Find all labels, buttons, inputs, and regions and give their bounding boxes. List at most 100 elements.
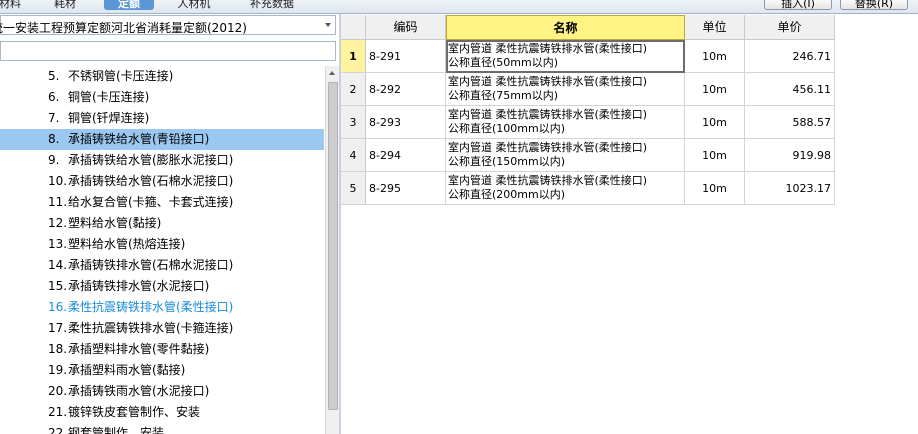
tree-item[interactable]: 9. 承插铸铁给水管(膨胀水泥接口) — [0, 150, 324, 171]
tab-consumables[interactable]: 耗材 — [42, 0, 88, 10]
scroll-thumb[interactable] — [328, 82, 338, 410]
scroll-up-icon[interactable] — [329, 71, 335, 75]
quota-grid: 编码 名称 单位 单价 1 8-291 室内管道 柔性抗震铸铁排水管(柔性接口) 公称… — [341, 15, 918, 434]
tree-item[interactable]: 6. 铜管(卡压连接) — [0, 87, 324, 108]
tree-item-label: 承插铸铁给水管(石棉水泥接口) — [68, 174, 234, 188]
row-index-cell[interactable]: 4 — [341, 139, 366, 172]
name-cell[interactable]: 室内管道 柔性抗震铸铁排水管(柔性接口) 公称直径(150mm以内) — [446, 139, 685, 172]
name-cell[interactable]: 室内管道 柔性抗震铸铁排水管(柔性接口) 公称直径(200mm以内) — [446, 172, 685, 205]
price-cell[interactable]: 456.11 — [745, 73, 835, 106]
tree-item-label: 承插塑料雨水管(黏接) — [68, 363, 186, 377]
insert-button[interactable]: 插入(I) — [764, 0, 832, 10]
name-line-1: 室内管道 柔性抗震铸铁排水管(柔性接口) — [448, 75, 648, 88]
header-price[interactable]: 单价 — [745, 15, 835, 40]
unit-cell[interactable]: 10m — [685, 139, 745, 172]
tree-item-label: 承插铸铁排水管(水泥接口) — [68, 279, 210, 293]
unit-cell[interactable]: 10m — [685, 73, 745, 106]
tree-item-number: 13. — [48, 237, 68, 251]
tree-scrollbar[interactable] — [325, 66, 339, 434]
tree-item-label: 承插铸铁排水管(石棉水泥接口) — [68, 258, 234, 272]
tab-materials[interactable]: 材料 — [0, 0, 28, 10]
tree-item[interactable]: 20. 承插铸铁雨水管(水泥接口) — [0, 381, 324, 402]
tree-item[interactable]: 13. 塑料给水管(热熔连接) — [0, 234, 324, 255]
name-cell[interactable]: 室内管道 柔性抗震铸铁排水管(柔性接口) 公称直径(100mm以内) — [446, 106, 685, 139]
tree-item[interactable]: 10. 承插铸铁给水管(石棉水泥接口) — [0, 171, 324, 192]
tree-item-label: 镀锌铁皮套管制作、安装 — [68, 405, 201, 419]
name-cell[interactable]: 室内管道 柔性抗震铸铁排水管(柔性接口) 公称直径(50mm以内) — [446, 40, 685, 73]
tree-item[interactable]: 8. 承插铸铁给水管(青铅接口) — [0, 129, 324, 150]
chapter-search-input[interactable] — [0, 41, 336, 61]
top-tab-strip: 材料 耗材 定额 人材机 补充数据 插入(I) 替换(R) — [0, 0, 918, 14]
code-cell[interactable]: 8-293 — [366, 106, 446, 139]
price-cell[interactable]: 1023.17 — [745, 172, 835, 205]
tree-item-label: 承插塑料排水管(零件黏接) — [68, 342, 210, 356]
tree-item-number: 6. — [48, 90, 60, 104]
library-select-value: 统一安装工程预算定额河北省消耗量定额(2012) — [0, 21, 247, 35]
tree-item-number: 12. — [48, 216, 68, 230]
tree-item-number: 22. — [48, 426, 68, 434]
tree-item-label: 给水复合管(卡箍、卡套式连接) — [68, 195, 234, 209]
header-code[interactable]: 编码 — [366, 15, 446, 40]
price-cell[interactable]: 246.71 — [745, 40, 835, 73]
tree-item[interactable]: 16. 柔性抗震铸铁排水管(柔性接口) — [0, 297, 324, 318]
tree-item-label: 承插铸铁雨水管(水泥接口) — [68, 384, 210, 398]
chapter-tree: 5. 不锈钢管(卡压连接) 6. 铜管(卡压连接) 7. 铜管(钎焊连接) 8. 承插铸铁给水… — [0, 66, 324, 434]
tree-item[interactable]: 11. 给水复合管(卡箍、卡套式连接) — [0, 192, 324, 213]
code-cell[interactable]: 8-294 — [366, 139, 446, 172]
tree-item[interactable]: 15. 承插铸铁排水管(水泥接口) — [0, 276, 324, 297]
name-line-2: 公称直径(150mm以内) — [448, 155, 566, 168]
price-cell[interactable]: 588.57 — [745, 106, 835, 139]
tree-item[interactable]: 14. 承插铸铁排水管(石棉水泥接口) — [0, 255, 324, 276]
tree-item-label: 铜管(卡压连接) — [68, 90, 150, 104]
tree-item[interactable]: 18. 承插塑料排水管(零件黏接) — [0, 339, 324, 360]
code-cell[interactable]: 8-291 — [366, 40, 446, 73]
row-index-cell[interactable]: 3 — [341, 106, 366, 139]
name-line-2: 公称直径(100mm以内) — [448, 122, 566, 135]
unit-cell[interactable]: 10m — [685, 40, 745, 73]
tree-item-number: 11. — [48, 195, 68, 209]
name-line-2: 公称直径(200mm以内) — [448, 188, 566, 201]
row-index-cell[interactable]: 5 — [341, 172, 366, 205]
row-index-cell[interactable]: 2 — [341, 73, 366, 106]
code-cell[interactable]: 8-295 — [366, 172, 446, 205]
tab-quota[interactable]: 定额 — [104, 0, 154, 10]
tree-item-label: 不锈钢管(卡压连接) — [68, 69, 174, 83]
tree-item[interactable]: 17. 柔性抗震铸铁排水管(卡箍连接) — [0, 318, 324, 339]
unit-cell[interactable]: 10m — [685, 106, 745, 139]
code-cell[interactable]: 8-292 — [366, 73, 446, 106]
tree-item[interactable]: 22. 钢套管制作、安装 — [0, 423, 324, 434]
tree-item[interactable]: 21. 镀锌铁皮套管制作、安装 — [0, 402, 324, 423]
name-line-2: 公称直径(50mm以内) — [448, 56, 559, 69]
tree-item-label: 柔性抗震铸铁排水管(柔性接口) — [68, 300, 234, 314]
header-name[interactable]: 名称 — [446, 15, 685, 40]
tree-item-label: 铜管(钎焊连接) — [68, 111, 150, 125]
tree-item-number: 19. — [48, 363, 68, 377]
name-cell[interactable]: 室内管道 柔性抗震铸铁排水管(柔性接口) 公称直径(75mm以内) — [446, 73, 685, 106]
tree-item-number: 7. — [48, 111, 60, 125]
name-line-1: 室内管道 柔性抗震铸铁排水管(柔性接口) — [448, 108, 648, 121]
tree-item[interactable]: 7. 铜管(钎焊连接) — [0, 108, 324, 129]
header-row-index — [341, 15, 366, 40]
tree-item[interactable]: 19. 承插塑料雨水管(黏接) — [0, 360, 324, 381]
tree-item-number: 8. — [48, 132, 60, 146]
unit-cell[interactable]: 10m — [685, 172, 745, 205]
tree-item-number: 5. — [48, 69, 60, 83]
name-line-1: 室内管道 柔性抗震铸铁排水管(柔性接口) — [448, 141, 648, 154]
tree-item-label: 钢套管制作、安装 — [68, 426, 165, 434]
tab-labor-material-machine[interactable]: 人材机 — [164, 0, 224, 10]
library-select[interactable]: 统一安装工程预算定额河北省消耗量定额(2012) — [0, 15, 336, 35]
tree-item[interactable]: 12. 塑料给水管(黏接) — [0, 213, 324, 234]
chevron-down-icon[interactable] — [325, 23, 331, 27]
tree-item-number: 18. — [48, 342, 68, 356]
header-unit[interactable]: 单位 — [685, 15, 745, 40]
tree-item-number: 21. — [48, 405, 68, 419]
name-line-2: 公称直径(75mm以内) — [448, 89, 559, 102]
tab-supplementary-data[interactable]: 补充数据 — [236, 0, 308, 10]
replace-button[interactable]: 替换(R) — [840, 0, 908, 10]
tree-item-number: 9. — [48, 153, 60, 167]
name-line-1: 室内管道 柔性抗震铸铁排水管(柔性接口) — [448, 174, 648, 187]
price-cell[interactable]: 919.98 — [745, 139, 835, 172]
row-index-cell[interactable]: 1 — [341, 40, 366, 73]
tree-item[interactable]: 5. 不锈钢管(卡压连接) — [0, 66, 324, 87]
tree-item-number: 20. — [48, 384, 68, 398]
